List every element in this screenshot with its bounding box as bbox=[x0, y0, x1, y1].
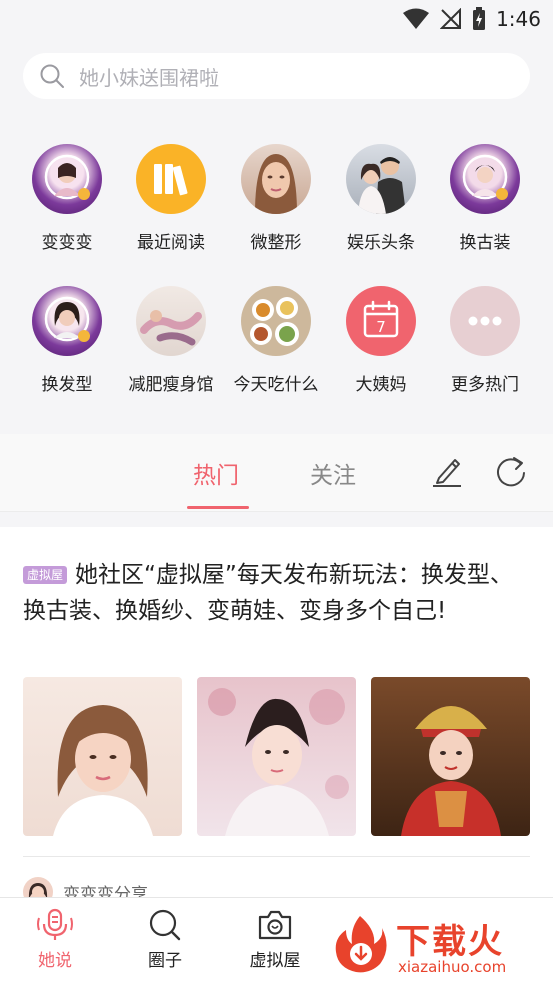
celebrity-photo-icon bbox=[346, 144, 416, 214]
feature-micro-plastic[interactable]: 微整形 bbox=[224, 144, 328, 253]
feature-ancient-costume[interactable]: 换古装 bbox=[433, 144, 537, 253]
post-tag[interactable]: 虚拟屋 bbox=[23, 566, 68, 584]
nav-label: 虚拟屋 bbox=[249, 951, 301, 971]
watermark-url: xiazaihuo.com bbox=[398, 958, 507, 976]
nav-label: 她说 bbox=[38, 951, 72, 971]
feed-tab-bar: 热门 关注 bbox=[0, 434, 553, 512]
avatar-frame-icon bbox=[32, 144, 102, 214]
tab-follow[interactable]: 关注 bbox=[310, 456, 356, 490]
post-title[interactable]: 虚拟屋 她社区“虚拟屋”每天发布新玩法：换发型、换古装、换婚纱、变萌娃、变身多个自… bbox=[23, 557, 530, 629]
food-photo-icon bbox=[241, 286, 311, 356]
feature-label: 大姨妈 bbox=[355, 375, 407, 395]
feature-hairstyle[interactable]: 换发型 bbox=[15, 286, 119, 395]
wifi-icon bbox=[403, 8, 430, 29]
more-dots-icon bbox=[450, 286, 520, 356]
battery-charging-icon bbox=[473, 7, 486, 30]
feature-entertainment[interactable]: 娱乐头条 bbox=[329, 144, 433, 253]
microphone-icon bbox=[37, 908, 73, 940]
hairstyle-portrait-icon bbox=[32, 286, 102, 356]
post-divider bbox=[23, 856, 530, 857]
search-icon bbox=[40, 64, 64, 88]
search-placeholder: 她小妹送围裙啦 bbox=[79, 65, 219, 90]
calendar-icon: 7 bbox=[346, 286, 416, 356]
feature-fitness[interactable]: 减肥瘦身馆 bbox=[119, 286, 223, 395]
feature-label: 娱乐头条 bbox=[347, 233, 415, 253]
feature-bianbianbian[interactable]: 变变变 bbox=[15, 144, 119, 253]
nav-item-tashuo[interactable]: 她说 bbox=[10, 908, 100, 971]
status-icons: 1:46 bbox=[402, 6, 541, 32]
watermark-logo: 下载火 xiazaihuo.com bbox=[326, 906, 548, 982]
feature-label: 换发型 bbox=[41, 375, 93, 395]
feature-recent-reading[interactable]: 最近阅读 bbox=[119, 144, 223, 253]
tab-active-indicator bbox=[187, 506, 249, 509]
flame-logo-icon bbox=[335, 916, 387, 973]
nav-item-xuniwu[interactable]: 虚拟屋 bbox=[230, 908, 320, 971]
feature-food[interactable]: 今天吃什么 bbox=[224, 286, 328, 395]
post-image-2[interactable] bbox=[197, 677, 356, 836]
costume-portrait-icon bbox=[450, 144, 520, 214]
feature-label: 更多热门 bbox=[451, 375, 519, 395]
feature-label: 换古装 bbox=[459, 233, 511, 253]
nav-item-quanzi[interactable]: 圈子 bbox=[120, 908, 210, 971]
post-image-1[interactable] bbox=[23, 677, 182, 836]
nav-label: 圈子 bbox=[148, 951, 182, 971]
search-input[interactable]: 她小妹送围裙啦 bbox=[23, 53, 530, 99]
camera-icon bbox=[258, 910, 292, 940]
feature-label: 微整形 bbox=[250, 233, 302, 253]
no-signal-icon bbox=[440, 8, 462, 29]
refresh-icon[interactable] bbox=[494, 454, 528, 488]
feature-label: 今天吃什么 bbox=[233, 375, 319, 395]
books-icon bbox=[136, 144, 206, 214]
edit-icon[interactable] bbox=[431, 454, 463, 488]
watermark-text: 下载火 bbox=[396, 922, 504, 962]
feature-more-hot[interactable]: 更多热门 bbox=[433, 286, 537, 395]
fitness-photo-icon bbox=[136, 286, 206, 356]
status-time: 1:46 bbox=[496, 7, 541, 31]
post-image-3[interactable] bbox=[371, 677, 530, 836]
search-icon bbox=[149, 909, 181, 941]
face-portrait-icon bbox=[241, 144, 311, 214]
calendar-day: 7 bbox=[376, 318, 386, 336]
feed: 虚拟屋 她社区“虚拟屋”每天发布新玩法：换发型、换古装、换婚纱、变萌娃、变身多个自… bbox=[0, 527, 553, 907]
feature-label: 减肥瘦身馆 bbox=[128, 375, 214, 395]
tab-hot[interactable]: 热门 bbox=[193, 456, 239, 490]
post-title-text: 她社区“虚拟屋”每天发布新玩法：换发型、换古装、换婚纱、变萌娃、变身多个自己! bbox=[23, 562, 513, 624]
feature-label: 变变变 bbox=[41, 233, 93, 253]
feature-period[interactable]: 7 大姨妈 bbox=[329, 286, 433, 395]
feature-label: 最近阅读 bbox=[137, 233, 205, 253]
status-bar: 1:46 bbox=[0, 0, 553, 38]
